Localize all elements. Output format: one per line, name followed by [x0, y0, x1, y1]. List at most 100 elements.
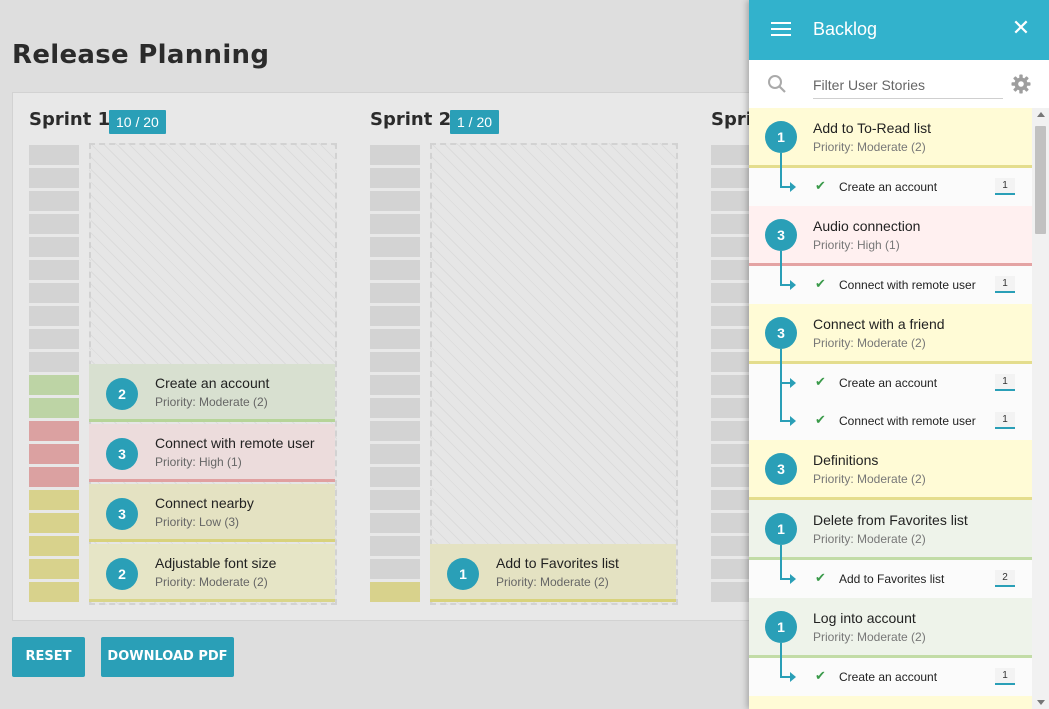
story-name: Adjustable font size	[155, 555, 277, 571]
dependency-row: ✔ Create an account 1	[749, 168, 1032, 206]
sprint-2-title: Sprint 2	[370, 109, 452, 130]
story-name: Audio connection	[813, 218, 921, 234]
story-points-badge: 3	[765, 453, 797, 485]
story-name: Connect nearby	[155, 495, 254, 511]
story-priority: Priority: Moderate (2)	[155, 575, 268, 589]
arrow-right-icon	[790, 182, 796, 192]
story-priority: Priority: Moderate (2)	[496, 575, 609, 589]
story-points-badge: 3	[765, 317, 797, 349]
story-priority: Priority: Moderate (2)	[813, 336, 926, 350]
dependency-points: 1	[995, 668, 1015, 685]
story-priority: Priority: Moderate (2)	[155, 395, 268, 409]
check-icon: ✔	[815, 668, 826, 683]
backlog-story[interactable]: 3 Definitions Priority: Moderate (2)	[749, 440, 1032, 500]
sprint-card[interactable]: 3 Connect with remote user Priority: Hig…	[89, 424, 335, 482]
filter-stories-input[interactable]	[813, 71, 1003, 99]
story-priority: Priority: Moderate (2)	[813, 140, 926, 154]
sprint-2-drop-zone[interactable]	[430, 143, 678, 605]
dependency-label: Connect with remote user	[839, 414, 976, 428]
sprint-2-column: Sprint 2 1 / 20 1 Add to Favorites list …	[354, 93, 678, 620]
dependency-label: Create an account	[839, 376, 938, 390]
reset-button[interactable]: RESET	[12, 637, 85, 677]
backlog-story[interactable]: 1 Add to To-Read list Priority: Moderate…	[749, 108, 1032, 171]
backlog-story[interactable]: 3 Audio connection Priority: High (1)	[749, 206, 1032, 269]
dependency-points: 2	[995, 570, 1015, 587]
story-name: Connect with remote user	[155, 435, 315, 451]
page-title: Release Planning	[12, 40, 270, 70]
dependency-row: ✔ Create an account 1	[749, 364, 1032, 402]
menu-icon[interactable]	[771, 22, 791, 38]
backlog-header: Backlog ✕	[749, 0, 1049, 60]
scroll-down-icon[interactable]	[1037, 700, 1045, 705]
arrow-right-icon	[790, 672, 796, 682]
arrow-right-icon	[790, 378, 796, 388]
dependency-points: 1	[995, 412, 1015, 429]
story-priority: Priority: Moderate (2)	[813, 532, 926, 546]
dependency-row: ✔ Connect with remote user 1	[749, 266, 1032, 304]
story-name: Log into account	[813, 610, 916, 626]
dependency-points: 1	[995, 276, 1015, 293]
sprint-board: Sprint 1 10 / 20 2 Create an account Pri…	[12, 92, 772, 621]
dependency-row: ✔ Add to Favorites list 2	[749, 560, 1032, 598]
sprint-card[interactable]: 2 Adjustable font size Priority: Moderat…	[89, 544, 335, 602]
check-icon: ✔	[815, 570, 826, 585]
story-points-badge: 1	[447, 558, 479, 590]
story-priority: Priority: Moderate (2)	[813, 472, 926, 486]
story-points-badge: 3	[106, 438, 138, 470]
sprint-card[interactable]: 1 Add to Favorites list Priority: Modera…	[430, 544, 676, 602]
story-priority: Priority: Moderate (2)	[813, 630, 926, 644]
arrow-right-icon	[790, 280, 796, 290]
dependency-label: Add to Favorites list	[839, 572, 945, 586]
story-name: Add to To-Read list	[813, 120, 932, 136]
dependency-row: ✔ Create an account 1	[749, 658, 1032, 696]
story-points-badge: 2	[106, 378, 138, 410]
sprint-1-capacity-badge: 10 / 20	[109, 110, 166, 134]
gear-icon[interactable]	[1011, 74, 1031, 94]
check-icon: ✔	[815, 178, 826, 193]
check-icon: ✔	[815, 412, 826, 427]
story-points-badge: 1	[765, 121, 797, 153]
story-points-badge: 2	[106, 558, 138, 590]
dependency-points: 1	[995, 374, 1015, 391]
backlog-story[interactable]	[749, 696, 1032, 709]
story-priority: Priority: High (1)	[813, 238, 900, 252]
sprint-2-capacity-meter	[370, 145, 420, 605]
scroll-thumb[interactable]	[1035, 126, 1046, 234]
backlog-story[interactable]: 1 Delete from Favorites list Priority: M…	[749, 500, 1032, 563]
backlog-story[interactable]: 1 Log into account Priority: Moderate (2…	[749, 598, 1032, 661]
download-pdf-button[interactable]: DOWNLOAD PDF	[101, 637, 234, 677]
check-icon: ✔	[815, 374, 826, 389]
story-name: Definitions	[813, 452, 879, 468]
sprint-1-capacity-meter	[29, 145, 79, 605]
dependency-label: Connect with remote user	[839, 278, 976, 292]
arrow-right-icon	[790, 574, 796, 584]
story-priority: Priority: Low (3)	[155, 515, 240, 529]
story-name: Add to Favorites list	[496, 555, 619, 571]
close-icon[interactable]: ✕	[1011, 17, 1031, 39]
story-name: Delete from Favorites list	[813, 512, 968, 528]
arrow-right-icon	[790, 416, 796, 426]
dependency-row: ✔ Connect with remote user 1	[749, 402, 1032, 440]
backlog-scrollbar[interactable]	[1032, 108, 1049, 709]
story-points-badge: 3	[106, 498, 138, 530]
sprint-1-title: Sprint 1	[29, 109, 111, 130]
scroll-up-icon[interactable]	[1037, 112, 1045, 117]
dependency-label: Create an account	[839, 180, 938, 194]
backlog-title: Backlog	[813, 19, 878, 39]
search-icon	[768, 75, 786, 93]
sprint-2-capacity-badge: 1 / 20	[450, 110, 500, 134]
search-bar	[749, 60, 1049, 108]
sprint-card[interactable]: 2 Create an account Priority: Moderate (…	[89, 364, 335, 422]
story-name: Connect with a friend	[813, 316, 945, 332]
story-priority: Priority: High (1)	[155, 455, 242, 469]
backlog-list: 1 Add to To-Read list Priority: Moderate…	[749, 108, 1032, 709]
sprint-card[interactable]: 3 Connect nearby Priority: Low (3)	[89, 484, 335, 542]
dependency-label: Create an account	[839, 670, 938, 684]
backlog-story[interactable]: 3 Connect with a friend Priority: Modera…	[749, 304, 1032, 367]
story-points-badge: 1	[765, 513, 797, 545]
backlog-panel: Backlog ✕ 1 Add to T	[749, 0, 1049, 709]
check-icon: ✔	[815, 276, 826, 291]
dependency-points: 1	[995, 178, 1015, 195]
story-points-badge: 3	[765, 219, 797, 251]
story-points-badge: 1	[765, 611, 797, 643]
